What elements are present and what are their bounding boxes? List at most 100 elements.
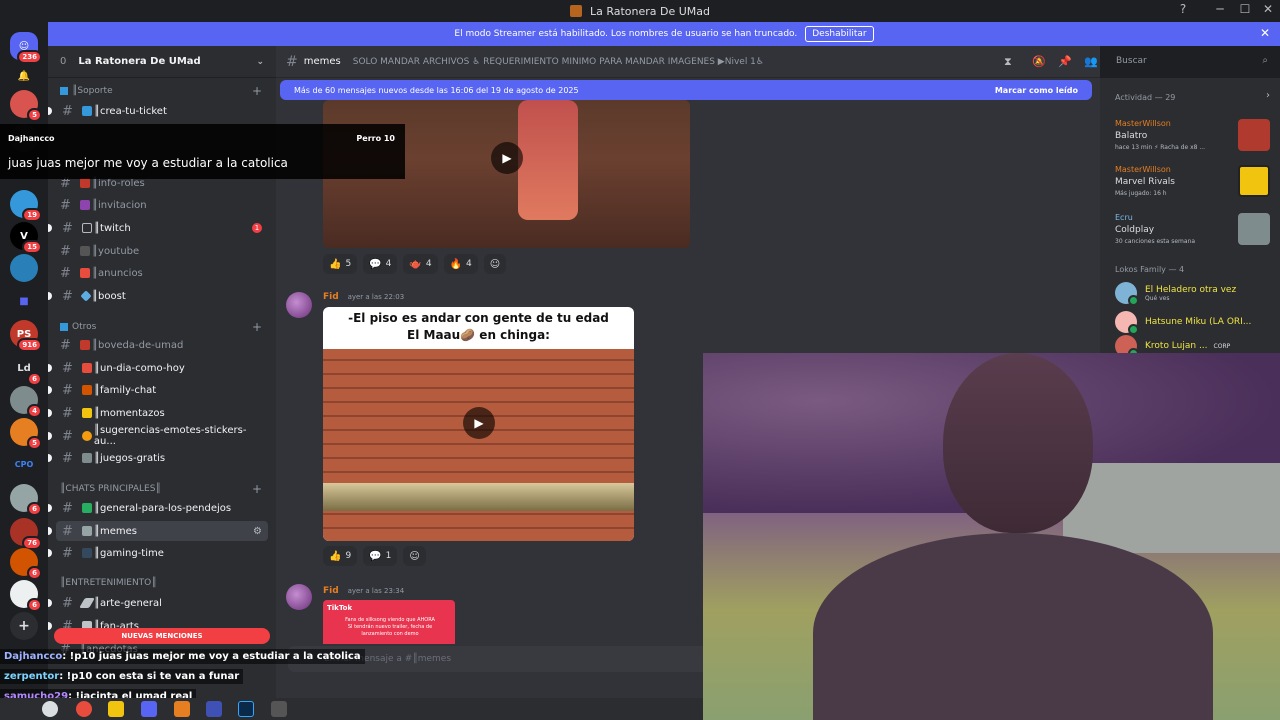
server-item[interactable]: 5 [10,90,42,122]
avatar[interactable] [286,584,312,610]
category-otros[interactable]: Otros + [60,320,270,334]
channel-topic[interactable]: SOLO MANDAR ARCHIVOS ♿ REQUERIMIENTO MIN… [353,57,764,67]
tiktok-attachment[interactable]: TikTok Fans de silksong viendo que AHORA… [323,600,455,644]
author-name[interactable]: Fid [323,292,339,302]
house-background [1063,463,1280,553]
server-item[interactable]: 5 [10,418,42,450]
chevron-right-icon[interactable]: › [1266,90,1270,101]
video-attachment[interactable]: -El piso es andar con gente de tu edad E… [323,307,634,541]
server-item[interactable]: 4 [10,386,42,418]
notification-bell-icon[interactable]: 🔕 [1032,55,1046,68]
server-name: La Ratonera De UMad [78,56,201,67]
channel-twitch[interactable]: # ║twitch 1 [48,218,268,238]
channel-general[interactable]: # ║general-para-los-pendejos [48,498,268,518]
server-item[interactable]: 6 [10,484,42,516]
channel-anuncios[interactable]: # ║anuncios [56,263,268,283]
app-icon[interactable] [206,701,222,717]
maximize-button[interactable]: ☐ [1235,2,1255,20]
photoshop-icon[interactable] [238,701,254,717]
app-icon[interactable] [271,701,287,717]
add-reaction-button[interactable]: ☺ [483,254,507,274]
person-head [943,353,1093,533]
chevron-down-icon[interactable]: ⌄ [256,57,264,67]
server-item[interactable]: 6 [10,580,42,612]
file-explorer-icon[interactable] [108,701,124,717]
category-chats-principales[interactable]: ║CHATS PRINCIPALES║ + [60,482,270,496]
reaction[interactable]: 🔥 4 [443,254,478,274]
dm-home-button[interactable]: ☺ 236 [10,32,42,64]
reaction[interactable]: 👍 5 [323,254,358,274]
channel-boveda[interactable]: # ║boveda-de-umad [56,335,268,355]
activity-card[interactable]: MasterWillson Balatro hace 13 min ⚡ Rach… [1115,119,1270,151]
channel-juegos-gratis[interactable]: # ║juegos-gratis [48,448,268,468]
hash-icon: # [60,265,71,281]
hash-icon: # [60,197,71,213]
avatar [1115,282,1139,306]
play-icon[interactable]: ▶ [463,407,495,439]
server-item[interactable]: 6 [10,548,42,580]
threads-icon[interactable]: ⧗ [1004,55,1012,69]
server-item[interactable]: 76 [10,518,42,550]
taskbar [0,698,703,720]
close-icon[interactable]: ✕ [1260,26,1270,40]
banner-text: El modo Streamer está habilitado. Los no… [454,29,798,39]
reaction[interactable]: 🫖 4 [403,254,438,274]
settings-gear-icon[interactable]: ⚙ [253,526,262,537]
help-icon[interactable]: ? [1173,2,1193,20]
video-caption: -El piso es andar con gente de tu edad [348,311,609,325]
server-item[interactable]: 19 [10,190,42,222]
steam-icon[interactable] [42,701,58,717]
add-channel-icon[interactable]: + [252,84,262,98]
add-server-button[interactable]: + [10,612,38,640]
channel-youtube[interactable]: # ║youtube [56,241,268,261]
new-mentions-pill[interactable]: NUEVAS MENCIONES [54,628,270,644]
discord-taskbar-icon[interactable] [141,701,157,717]
add-reaction-button[interactable]: ☺ [403,546,426,566]
add-channel-icon[interactable]: + [252,320,262,334]
mark-read-button[interactable]: Marcar como leído [995,86,1078,95]
clan-tag: CORP [1213,342,1231,350]
author-name[interactable]: Fid [323,586,339,596]
activity-card[interactable]: Ecru Coldplay 30 canciones esta semana [1115,213,1270,245]
pin-icon[interactable]: 📌 [1058,55,1072,68]
obs-icon[interactable] [76,701,92,717]
channel-momentazos[interactable]: # ║momentazos [48,403,268,423]
server-item[interactable]: CPO [10,450,38,478]
server-item[interactable]: V 15 [10,222,42,254]
category-entretenimiento[interactable]: ║ENTRETENIMIENTO║ [60,578,270,588]
channel-family-chat[interactable]: # ║family-chat [48,380,268,400]
add-channel-icon[interactable]: + [252,482,262,496]
close-button[interactable]: ✕ [1258,2,1278,20]
bell-icon[interactable]: 🔔 [10,62,38,90]
channel-crea-tu-ticket[interactable]: # ║crea-tu-ticket [48,101,268,121]
reaction[interactable]: 💬 1 [363,546,398,566]
reaction[interactable]: 💬 4 [363,254,398,274]
new-messages-bar[interactable]: Más de 60 mensajes nuevos desde las 16:0… [280,80,1092,100]
channel-sugerencias[interactable]: # ║sugerencias-emotes-stickers-au... [48,425,268,447]
server-item[interactable]: Ld 6 [10,354,42,386]
server-item[interactable] [10,254,38,282]
channel-un-dia-como-hoy[interactable]: # ║un-dia-como-hoy [48,358,268,378]
server-item[interactable]: PS 916 [10,320,42,352]
search-input[interactable]: Buscar ⌕ [1110,52,1274,72]
member-item[interactable]: El Heladero otra vez Qué ves [1115,279,1275,307]
play-icon[interactable]: ▶ [491,142,523,174]
channel-gaming-time[interactable]: # ║gaming-time [48,543,268,563]
role-group-title: Lokos Family — 4 [1115,265,1185,274]
avatar[interactable] [286,292,312,318]
channel-memes[interactable]: # ║memes ⚙ [48,521,268,541]
category-soporte[interactable]: ║Soporte + [60,84,270,98]
server-header[interactable]: 0 La Ratonera De UMad ⌄ [48,46,276,78]
members-icon[interactable]: 👥 [1084,55,1098,68]
channel-name: memes [303,56,341,67]
minimize-button[interactable]: ─ [1210,2,1230,20]
disable-streamer-button[interactable]: Deshabilitar [805,26,874,42]
channel-boost[interactable]: # ║boost [48,286,268,306]
hash-icon: # [62,103,73,119]
folder-icon[interactable]: ■ [10,287,38,315]
channel-invitacion[interactable]: # ║invitacion [56,195,268,215]
brave-icon[interactable] [174,701,190,717]
reaction[interactable]: 👍 9 [323,546,358,566]
activity-card[interactable]: MasterWillson Marvel Rivals Más jugado: … [1115,165,1270,197]
channel-arte-general[interactable]: # ║arte-general [48,593,268,613]
